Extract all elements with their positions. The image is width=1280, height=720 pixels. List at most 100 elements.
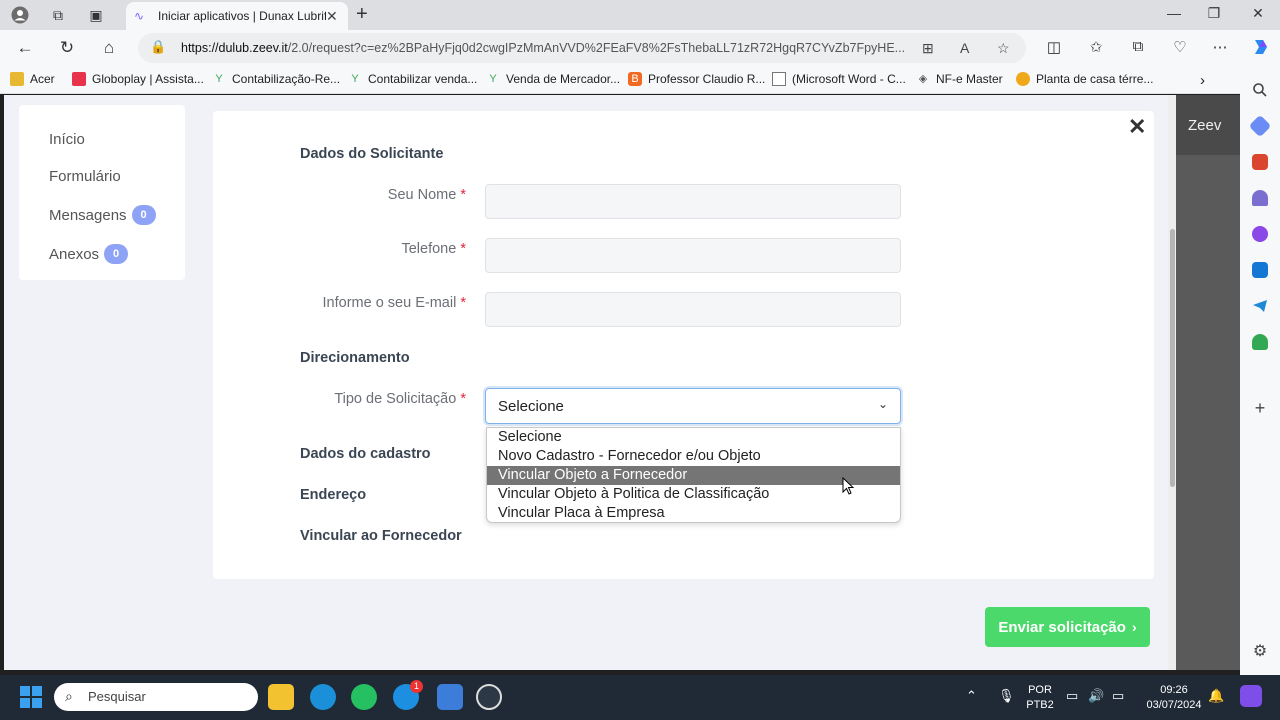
zeev-brand: Zeev [1188,117,1222,134]
tipo-solicitacao-select[interactable]: Selecione ⌄ [485,388,901,424]
tools-icon[interactable] [1252,154,1268,170]
more-options-icon[interactable]: ⋯ [1210,38,1230,56]
language-indicator[interactable]: POR [1026,684,1054,696]
mouse-cursor-icon [842,477,854,495]
modal-menu: Início Formulário Mensagens 0 Anexos 0 [19,105,185,280]
enviar-solicitacao-button[interactable]: Enviar solicitação › [985,607,1150,647]
office-icon[interactable] [1252,226,1268,242]
tree-icon[interactable] [1252,334,1268,350]
blogger-icon: B [628,72,642,86]
telefone-label: Telefone * [401,241,466,257]
dropdown-option[interactable]: Vincular Placa à Empresa [487,504,900,523]
nome-label: Seu Nome * [387,187,466,203]
reload-icon[interactable]: ↻ [56,38,78,58]
app-available-icon[interactable]: ⊞ [922,40,934,57]
clock-time[interactable]: 09:26 [1144,684,1204,696]
bookmark-planta-casa[interactable]: Planta de casa térre... [1016,72,1153,86]
menu-item-mensagens[interactable]: Mensagens 0 [49,205,156,225]
skype-icon[interactable]: 1 [393,680,423,710]
dropdown-option[interactable]: Selecione [487,428,900,447]
section-direcionamento: Direcionamento [300,350,410,366]
email-field[interactable] [485,292,901,327]
add-sidebar-icon[interactable]: + [1252,399,1268,417]
settings-gear-icon[interactable]: ⚙ [1252,644,1268,660]
taskbar-search[interactable]: ⌕ Pesquisar [54,683,258,711]
dropdown-option-highlighted[interactable]: Vincular Objeto a Fornecedor [487,466,900,485]
favorites-icon[interactable]: ✩ [1086,38,1106,56]
zeev-favicon-icon: ∿ [134,9,145,23]
bookmark-contabilizacao[interactable]: Y Contabilização-Re... [212,72,340,86]
menu-item-formulario[interactable]: Formulário [49,168,121,185]
bookmark-globoplay[interactable]: Globoplay | Assista... [72,72,204,86]
copilot-icon[interactable] [1250,38,1270,60]
profile-icon[interactable] [8,4,32,26]
bookmark-acer[interactable]: Acer [10,72,55,86]
app-icon[interactable] [437,684,463,710]
copilot-taskbar-icon[interactable] [1240,685,1262,707]
menu-item-anexos[interactable]: Anexos 0 [49,244,129,264]
menu-item-inicio[interactable]: Início [49,131,85,148]
clock-date[interactable]: 03/07/2024 [1140,699,1208,711]
minimize-icon[interactable]: — [1164,5,1184,21]
bookmark-professor-claudio[interactable]: B Professor Claudio R... [628,72,765,86]
tab-actions-icon[interactable]: ▣ [84,4,108,26]
whatsapp-icon[interactable] [351,684,377,710]
fork-icon: Y [489,73,497,85]
restore-icon[interactable]: ❐ [1204,5,1224,22]
battery-icon[interactable]: ▭ [1112,688,1124,704]
tab-strip: ⧉ ▣ ∿ Iniciar aplicativos | Dunax Lubrif… [0,0,1280,30]
lock-icon[interactable]: 🔒 [150,39,166,55]
close-tab-icon[interactable]: ✕ [326,8,340,25]
dropdown-option[interactable]: Novo Cadastro - Fornecedor e/ou Objeto [487,447,900,466]
bookmark-microsoft-word[interactable]: (Microsoft Word - C... [772,72,906,86]
close-window-icon[interactable]: ✕ [1248,5,1268,22]
email-label: Informe o seu E-mail * [322,295,466,311]
close-modal-button[interactable]: ✕ [1128,115,1146,139]
snipping-tool-icon[interactable] [476,684,502,710]
browser-essentials-icon[interactable]: ♡ [1170,38,1190,56]
section-dados-cadastro: Dados do cadastro [300,446,431,462]
tab-title: Iniciar aplicativos | Dunax Lubrific [158,9,326,23]
section-endereco: Endereço [300,487,367,503]
shopping-tag-icon[interactable] [1248,114,1272,138]
favorite-star-icon[interactable]: ☆ [997,40,1010,57]
telefone-field[interactable] [485,238,901,273]
nome-field[interactable] [485,184,901,219]
edge-icon[interactable] [310,684,336,710]
people-icon[interactable] [1252,190,1268,206]
page-viewport: Zeev Início Formulário Mensagens 0 Anexos… [4,95,1240,670]
tipo-solicitacao-label: Tipo de Solicitação * [334,391,466,407]
active-tab[interactable]: ∿ Iniciar aplicativos | Dunax Lubrific ✕ [126,2,348,30]
volume-icon[interactable]: 🔊 [1088,688,1104,704]
home-icon[interactable]: ⌂ [98,38,120,58]
split-screen-icon[interactable]: ◫ [1044,38,1064,56]
file-explorer-icon[interactable] [268,684,294,710]
chevron-right-icon: › [1131,619,1137,635]
bookmark-nfe-master[interactable]: ◈ NF-e Master [916,72,1003,86]
show-hidden-icons-chevron-icon[interactable]: ⌃ [966,688,977,704]
keyboard-layout[interactable]: PTB2 [1026,699,1054,711]
microphone-icon[interactable]: 🎙 [998,688,1015,704]
tipo-solicitacao-dropdown: Selecione Novo Cadastro - Fornecedor e/o… [486,427,901,523]
scrollbar-thumb[interactable] [1170,229,1175,487]
document-icon [772,72,786,86]
network-icon[interactable]: ▭ [1066,688,1078,704]
back-icon[interactable]: ← [14,38,36,58]
read-aloud-icon[interactable]: A [960,40,969,56]
section-vincular-fornecedor: Vincular ao Fornecedor [300,528,462,544]
notification-bell-icon[interactable]: 🔔 [1208,688,1224,704]
new-tab-button[interactable]: + [356,3,368,26]
workspaces-icon[interactable]: ⧉ [46,4,70,26]
bookmark-venda-mercador[interactable]: Y Venda de Mercador... [486,72,620,86]
bookmark-contabilizar-venda[interactable]: Y Contabilizar venda... [348,72,477,86]
dropdown-option[interactable]: Vincular Objeto à Politica de Classifica… [487,485,900,504]
outlook-icon[interactable] [1252,262,1268,278]
more-bookmarks-chevron-icon[interactable]: › [1200,72,1205,89]
telegram-icon[interactable] [1252,298,1268,314]
address-bar[interactable]: 🔒 https://dulub.zeev.it/2.0/request?c=ez… [138,33,1026,63]
windows-start-icon[interactable] [20,686,42,708]
fork-icon: Y [215,73,223,85]
search-sidebar-icon[interactable] [1252,82,1268,98]
collections-icon[interactable]: ⧉ [1128,38,1148,55]
fork-icon: Y [351,73,359,85]
